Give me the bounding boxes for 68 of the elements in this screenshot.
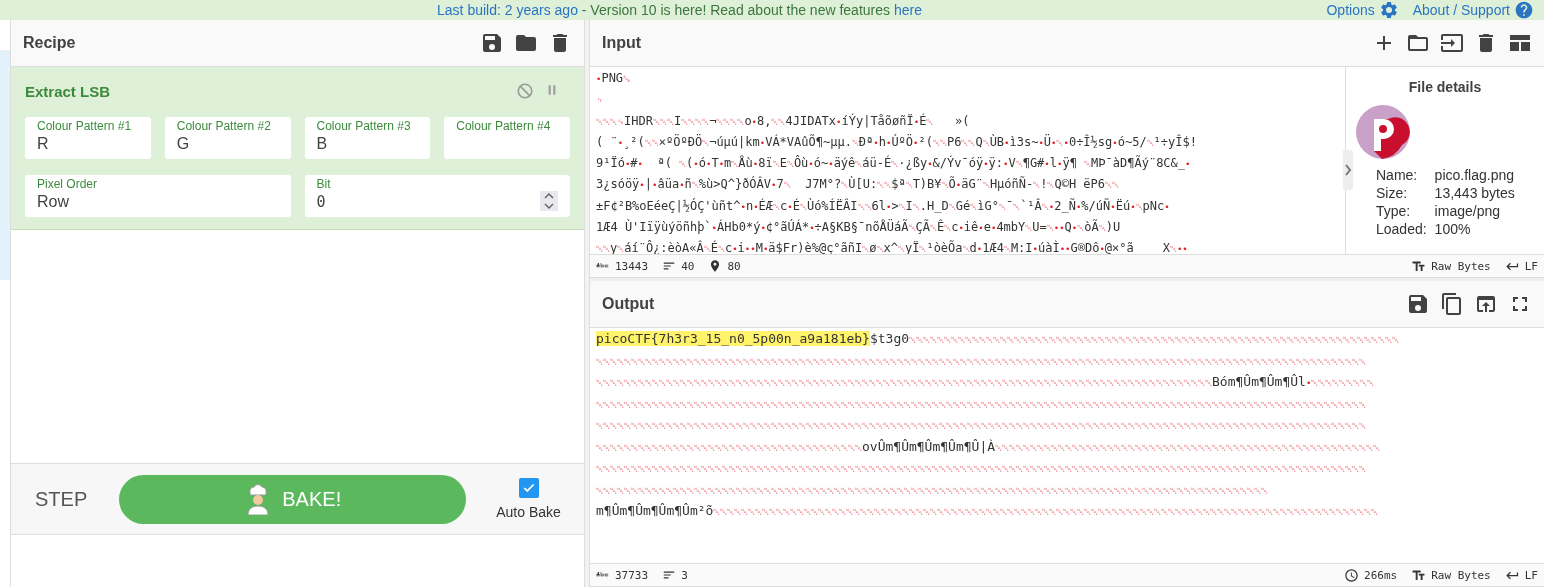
panel-title: Input: [602, 34, 642, 52]
features-link[interactable]: here: [893, 2, 922, 18]
format-selector[interactable]: Raw Bytes: [1431, 568, 1491, 582]
number-field[interactable]: Bit 0: [304, 175, 570, 217]
input-field[interactable]: Colour Pattern #4: [444, 117, 570, 159]
detail-value: pico.flag.png: [1434, 167, 1515, 183]
detail-label: Loaded:: [1376, 221, 1427, 237]
output-text-line: ␀␀␀␀␀␀␀␀␀␀␀␀␀␀␀␀␀␀␀␀␀␀␀␀␀␀␀␀␀␀␀␀␀␀␀␀␀␀␀␀␀␀␀␀␀␀␀␀␀␀␀␀␀␀␀␀␀␀␀␀␀␀␀␀␀␀␀␀␀␀␀␀␀␀␀␀␀␀␀␀␀␀␀␀␀␀␀␀␀␀␀␀␀␀␀␀␀␀␀␀␀␀␀␀␀␀␀␀␀␀: [596, 420, 1366, 433]
auto-bake-label: Auto Bake: [496, 504, 561, 520]
copy-icon[interactable]: [1440, 292, 1464, 316]
input-text-line: ±F¢²B%oEéeÇ|½ÓÇ'ùñt^•n•ÉÆ␀c•É␀Ùó%ÍËÂI␀␀6l•>␀I␀.H_D␀Gé␀ìG°␀¯␀`¹Â␀•2_Ñ•%/úÑ•Ëú•␀pNc•: [596, 197, 1170, 215]
output-text-line: ␀␀␀␀␀␀␀␀␀␀␀␀␀␀␀␀␀␀␀␀␀␀␀␀␀␀␀␀␀␀␀␀␀␀␀␀␀␀␀␀␀␀␀␀␀␀␀␀␀␀␀␀␀␀␀␀␀␀␀␀␀␀␀␀␀␀␀␀␀␀: [909, 335, 1400, 345]
save-icon[interactable]: [480, 31, 504, 55]
options-link[interactable]: Options: [1326, 2, 1375, 18]
output-text-line: ␀␀␀␀␀␀␀␀␀␀␀␀␀␀␀␀␀␀␀␀␀␀␀␀␀␀␀␀␀␀␀␀␀␀␀␀␀␀␀␀␀␀␀␀␀␀␀␀␀␀␀␀␀␀␀␀␀␀␀␀␀␀␀␀␀␀␀␀␀␀␀␀␀␀␀␀␀␀␀␀␀␀␀␀␀␀␀␀␀␀␀␀␀␀␀␀␀␀␀␀␀␀␀␀␀␀␀␀␀␀: [596, 398, 1366, 412]
input-text-line: ␊: [596, 94, 603, 108]
eol-selector[interactable]: LF: [1524, 568, 1538, 582]
input-field[interactable]: Colour Pattern #3 B: [304, 117, 431, 159]
panel-title: Recipe: [23, 34, 76, 52]
help-icon: [1514, 0, 1534, 20]
position-reading: 80: [727, 259, 741, 273]
step-button[interactable]: STEP: [23, 479, 100, 519]
panel-title: Output: [602, 295, 655, 313]
output-text-line: ␀␀␀␀␀␀␀␀␀␀␀␀␀␀␀␀␀␀␀␀␀␀␀␀␀␀␀␀␀␀␀␀␀␀␀␀␀␀␀␀␀␀␀␀␀␀␀␀␀␀␀␀␀␀␀␀␀␀␀␀␀␀␀␀␀␀␀␀␀␀␀␀␀␀␀␀␀␀␀␀␀␀␀␀␀␀␀␀Bóm¶Ûm¶Ûm¶Ûl•␀␀␀␀␀␀␀␀␀: [596, 373, 1375, 391]
detail-label: Size:: [1376, 185, 1409, 201]
detail-value: 13,443 bytes: [1434, 185, 1515, 201]
input-text-line: ( ¨•¸²(␀␀×ºÖºÐÖ␀¬úµú|km•VÁ*VAûÕ¶~µµ.␀Ðª•h•ÚºÖ•²(␀␀P6␀␀Q␀ÙB•ì3s~•Ü•␀•0÷Î½sg•ó~5/␀¹÷yÎ$!: [596, 133, 1197, 151]
format-selector[interactable]: Raw Bytes: [1431, 259, 1491, 273]
detail-value: image/png: [1434, 203, 1501, 219]
settings-icon: [1378, 0, 1399, 20]
length-reading: 13443: [615, 259, 649, 273]
input-text-line: ␀␀␀␍IHDR␀␀␀I␀␀␀␀¬␀␀␀␀o•8,␀␀4JIDATx•íÝy|TåõøñÏ•É␀ »(: [596, 112, 970, 130]
lines-reading: 3: [681, 568, 688, 582]
output-text-line: m¶Ûm¶Ûm¶Ûm¶Ûm²õ␀␀␀␀␀␀␀␀␀␀␀␀␀␀␀␀␀␀␀␀␀␀␀␀␀␀␀␀␀␀␀␀␀␀␀␀␀␀␀␀␀␀␀␀␀␀␀␀␀␀␀␀␀␀␀␀␀␀␀␀␀␀␀␀␀␀␀␀␀␀␀␀␀␀␀␀␀␀␀␀␀␀␀␀␀␀␀␀␀␀␀␀␀␀␀: [596, 502, 1379, 520]
last-build-link[interactable]: Last build: 2 years ago: [437, 2, 578, 18]
bake-time: 266ms: [1364, 568, 1398, 582]
detail-label: Type:: [1376, 203, 1412, 219]
chevron-icon[interactable]: [1343, 150, 1353, 190]
lines-reading: 40: [681, 259, 695, 273]
open-input-icon[interactable]: [1440, 31, 1464, 55]
input-text-line: ␀␀y␀áí¨Ô¿:èòA«Â␀É␀c•i••M•ä$Fr)è%@ç°ãñI␀ø␀x^␀yÏ␀¹òèÕa␀d•1Æ4␀M:I•úàÌ••G®Dô•@×°ã X␀••: [596, 239, 1188, 254]
input-text-line: 3¿sóöÿ•|•âüa•ñ␀%ù>Q^}ðÓÂV•7␀ J7M°?␀Ù[U:␀␀$ª␀T)B¥␀Õ•äG¨␀HµóñÑ-␀!␀Q©H ëP6␀␀: [596, 175, 1120, 194]
support-link[interactable]: About / Support: [1412, 2, 1510, 18]
eol-selector[interactable]: LF: [1524, 259, 1538, 273]
output-text-line: ␀␀␀␀␀␀␀␀␀␀␀␀␀␀␀␀␀␀␀␀␀␀␀␀␀␀␀␀␀␀␀␀␀␀␀␀␀␀ovÛm¶Ûm¶Ûm¶Ûm¶Û|À␀␀␀␀␀␀␀␀␀␀␀␀␀␀␀␀␀␀␀␀␀␀␀␀␀␀␀␀␀␀␀␀␀␀␀␀␀␀␀␀␀␀␀␀␀␀␀␀␀␀␀␀␀␀␀: [596, 437, 1381, 456]
length-reading: 37733: [615, 568, 649, 582]
highlighted-text: picoCTF{7h3r3_15_n0_5p00n_a9a181eb}: [596, 331, 870, 346]
input-text-line: 1Æ4 Ù'Iïÿùýöñhþ`•ÁHb0*ý•¢°ãÚÁ*•÷A§KB§¯nõÅÜáÃ␀ÇÃ␀Ê␀c•iê•e•4mbY␀U=␀••Q•␀òÃ␀)U: [596, 218, 1121, 237]
save-icon[interactable]: [1406, 292, 1430, 316]
version-notice: - Version 10 is here! Read about the new features: [580, 2, 891, 18]
output-text: $t3g0: [869, 331, 910, 346]
output-text-line: ␀␀␀␀␀␀␀␀␀␀␀␀␀␀␀␀␀␀␀␀␀␀␀␀␀␀␀␀␀␀␀␀␀␀␀␀␀␀␀␀␀␀␀␀␀␀␀␀␀␀␀␀␀␀␀␀␀␀␀␀␀␀␀␀␀␀␀␀␀␀␀␀␀␀␀␀␀␀␀␀␀␀␀␀␀␀␀␀␀␀␀␀␀␀␀␀: [596, 484, 1268, 498]
spinner-arrows-icon[interactable]: [540, 191, 558, 211]
input-field[interactable]: Colour Pattern #1 R: [25, 117, 151, 159]
input-field[interactable]: Colour Pattern #2 G: [164, 117, 291, 159]
auto-bake-checkbox[interactable]: [518, 478, 539, 498]
detail-value: 100%: [1434, 221, 1472, 237]
operation-title: Extract LSB: [25, 82, 111, 100]
input-text-line: •PNG␚: [596, 70, 631, 87]
input-field[interactable]: Pixel Order Row: [25, 175, 291, 217]
input-text-line: 9¹Ïó•#• ª( ␀(•ó•T•m␀Åù•8ï␀E␀Ôù•ó~•äýê␀áü-É␀·¿ßy•&/Ýv¯óÿ•ÿ:•V␀¶G#•l•ÿ¶ ␀MÞ¯àD¶Ãý¨8C&_•: [596, 154, 1191, 173]
clock-icon: [1344, 567, 1359, 583]
output-text-line: ␀␀␀␀␀␀␀␀␀␀␀␀␀␀␀␀␀␀␀␀␀␀␀␀␀␀␀␀␀␀␀␀␀␀␀␀␀␀␀␀␀␀␀␀␀␀␀␀␀␀␀␀␀␀␀␀␀␀␀␀␀␀␀␀␀␀␀␀␀␀␀␀␀␀␀␀␀␀␀␀␀␀␀␀␀␀␀␀␀␀␀␀␀␀␀␀␀␀␀␀␀␀␀␀␀␀␀␀␀␀: [596, 463, 1366, 476]
detail-label: Name:: [1376, 167, 1419, 183]
output-text-line: ␀␀␀␀␀␀␀␀␀␀␀␀␀␀␀␀␀␀␀␀␀␀␀␀␀␀␀␀␀␀␀␀␀␀␀␀␀␀␀␀␀␀␀␀␀␀␀␀␀␀␀␀␀␀␀␀␀␀␀␀␀␀␀␀␀␀␀␀␀␀␀␀␀␀␀␀␀␀␀␀␀␀␀␀␀␀␀␀␀␀␀␀␀␀␀␀␀␀␀␀␀␀␀␀␀␀␀␀␀␀: [596, 355, 1366, 369]
checkmark-icon: [521, 481, 536, 495]
file-details-title: File details: [1408, 79, 1482, 95]
logo-icon: [1356, 105, 1410, 159]
